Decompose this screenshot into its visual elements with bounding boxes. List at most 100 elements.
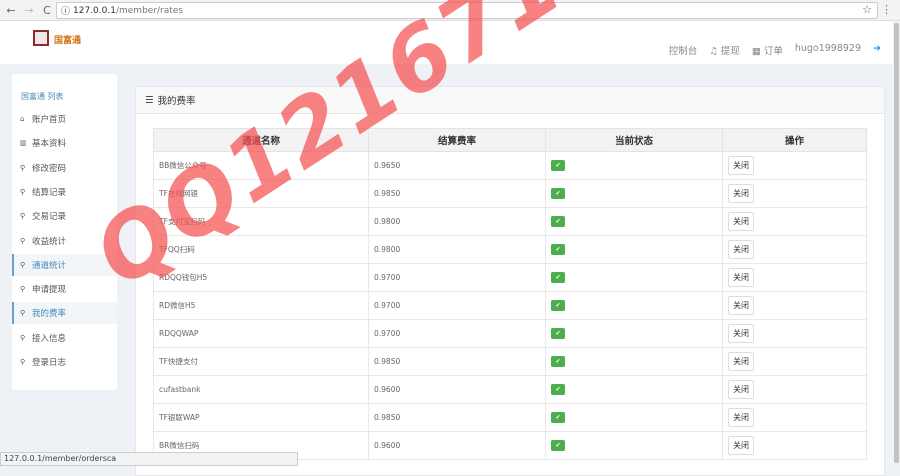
close-channel-button[interactable]: 关闭	[728, 436, 754, 455]
settlement-rate: 0.9650	[368, 151, 546, 180]
nav-orders[interactable]: ▦ 订单	[752, 43, 783, 57]
status-on-badge[interactable]: ✔	[551, 328, 565, 339]
browser-menu-icon[interactable]: ⋮	[881, 3, 892, 16]
status-on-badge[interactable]: ✔	[551, 160, 565, 171]
close-channel-button[interactable]: 关闭	[728, 408, 754, 427]
settlement-rate: 0.9800	[368, 207, 546, 236]
status-on-badge[interactable]: ✔	[551, 412, 565, 423]
col-action: 操作	[722, 128, 867, 152]
status-on-badge[interactable]: ✔	[551, 188, 565, 199]
channel-name: TF支付宝扫码	[153, 207, 369, 236]
close-channel-button[interactable]: 关闭	[728, 156, 754, 175]
settlement-rate: 0.9850	[368, 403, 546, 432]
forward-icon[interactable]: →	[22, 4, 36, 17]
sidebar-item-label: 申请提现	[32, 285, 67, 296]
key-icon: ⚲	[20, 358, 26, 366]
sidebar-item[interactable]: ▥ 基本资料	[12, 132, 117, 154]
key-icon: ⚲	[20, 212, 26, 221]
key-icon: ⚲	[20, 187, 26, 196]
reload-icon[interactable]: C	[40, 4, 54, 17]
close-channel-button[interactable]: 关闭	[728, 380, 754, 399]
settlement-rate: 0.9700	[368, 291, 546, 320]
sidebar-item-label: 交易记录	[32, 212, 67, 223]
close-channel-button[interactable]: 关闭	[728, 184, 754, 203]
table-row: TF支付宝扫码 0.9800 ✔ 关闭	[153, 207, 867, 236]
sidebar-item-label: 结算记录	[32, 187, 67, 198]
status-bar-url: 127.0.0.1/member/ordersca	[0, 452, 298, 466]
address-bar[interactable]: ⓘ 127.0.0.1/member/rates	[56, 2, 878, 19]
close-channel-button[interactable]: 关闭	[728, 324, 754, 343]
status-on-badge[interactable]: ✔	[551, 216, 565, 227]
sidebar-item[interactable]: ⚲ 通道统计	[12, 253, 117, 276]
channel-name: RDQQ钱包H5	[153, 263, 369, 292]
action-cell: 关闭	[722, 347, 867, 376]
status-on-badge[interactable]: ✔	[551, 384, 565, 395]
settlement-rate: 0.9600	[368, 375, 546, 404]
sidebar-item[interactable]: ⚲ 结算记录	[12, 181, 117, 203]
channel-name: TF在线网银	[153, 179, 369, 208]
nav-withdraw[interactable]: ♫ 提现	[709, 43, 740, 57]
url-host: 127.0.0.1	[73, 5, 116, 16]
status-on-badge[interactable]: ✔	[551, 244, 565, 255]
status-on-badge[interactable]: ✔	[551, 356, 565, 367]
action-cell: 关闭	[722, 151, 867, 180]
status-on-badge[interactable]: ✔	[551, 300, 565, 311]
sidebar-item[interactable]: ⚲ 登录日志	[12, 351, 117, 373]
chart-icon: ▥	[20, 139, 27, 148]
status-cell: ✔	[545, 263, 723, 292]
col-rate: 结算费率	[368, 128, 546, 152]
rates-table: 通道名称 结算费率 当前状态 操作 BB微信公众号 0.9650 ✔ 关闭 TF在…	[153, 128, 867, 460]
table-row: TF银联WAP 0.9850 ✔ 关闭	[153, 403, 867, 432]
brand-logo-icon[interactable]	[33, 30, 49, 46]
sidebar-item[interactable]: ⚲ 申请提现	[12, 278, 117, 300]
bell-icon: ♫	[709, 46, 721, 57]
close-channel-button[interactable]: 关闭	[728, 268, 754, 287]
sidebar-item[interactable]: ⌂ 账户首页	[12, 108, 117, 130]
sidebar-item-label: 接入信息	[32, 333, 67, 344]
nav-dashboard[interactable]: 控制台	[669, 43, 698, 57]
sidebar-item-label: 我的费率	[32, 309, 67, 320]
channel-name: TFQQ扫码	[153, 235, 369, 264]
sidebar-item[interactable]: ⚲ 收益统计	[12, 230, 117, 252]
sidebar-item[interactable]: ⚲ 交易记录	[12, 205, 117, 227]
action-cell: 关闭	[722, 207, 867, 236]
nav-orders-label: 订单	[763, 46, 783, 57]
logout-icon[interactable]: ➜	[873, 43, 881, 57]
bookmark-star-icon[interactable]: ☆	[862, 3, 872, 16]
status-cell: ✔	[545, 375, 723, 404]
table-row: BB微信公众号 0.9650 ✔ 关闭	[153, 151, 867, 180]
status-on-badge[interactable]: ✔	[551, 440, 565, 451]
settlement-rate: 0.9700	[368, 319, 546, 348]
action-cell: 关闭	[722, 179, 867, 208]
key-icon: ⚲	[20, 333, 26, 342]
status-cell: ✔	[545, 403, 723, 432]
action-cell: 关闭	[722, 319, 867, 348]
action-cell: 关闭	[722, 263, 867, 292]
back-icon[interactable]: ←	[4, 4, 18, 17]
brand-name[interactable]: 国富通	[54, 33, 81, 46]
sidebar-item[interactable]: ⚲ 接入信息	[12, 327, 117, 349]
close-channel-button[interactable]: 关闭	[728, 240, 754, 259]
close-channel-button[interactable]: 关闭	[728, 352, 754, 371]
key-icon: ⚲	[20, 260, 26, 269]
close-channel-button[interactable]: 关闭	[728, 296, 754, 315]
settlement-rate: 0.9800	[368, 235, 546, 264]
key-icon: ⚲	[20, 236, 26, 245]
page-scrollbar[interactable]	[893, 21, 900, 466]
nav-user[interactable]: hugo1998929	[795, 43, 861, 57]
action-cell: 关闭	[722, 235, 867, 264]
table-row: TFQQ扫码 0.9800 ✔ 关闭	[153, 235, 867, 264]
sidebar-title: 国富通 列表	[21, 92, 64, 101]
settlement-rate: 0.9850	[368, 347, 546, 376]
close-channel-button[interactable]: 关闭	[728, 212, 754, 231]
action-cell: 关闭	[722, 291, 867, 320]
status-on-badge[interactable]: ✔	[551, 272, 565, 283]
sidebar-item-label: 通道统计	[32, 260, 67, 271]
table-row: TF在线网银 0.9850 ✔ 关闭	[153, 179, 867, 208]
sidebar-item[interactable]: ⚲ 我的费率	[12, 302, 117, 325]
site-header: 国富通 控制台 ♫ 提现 ▦ 订单 hugo1998929 ➜	[0, 21, 893, 64]
channel-name: TF银联WAP	[153, 403, 369, 432]
sidebar-item[interactable]: ⚲ 修改密码	[12, 157, 117, 179]
sidebar-item-label: 登录日志	[32, 358, 67, 368]
sidebar-item-label: 修改密码	[32, 163, 67, 174]
